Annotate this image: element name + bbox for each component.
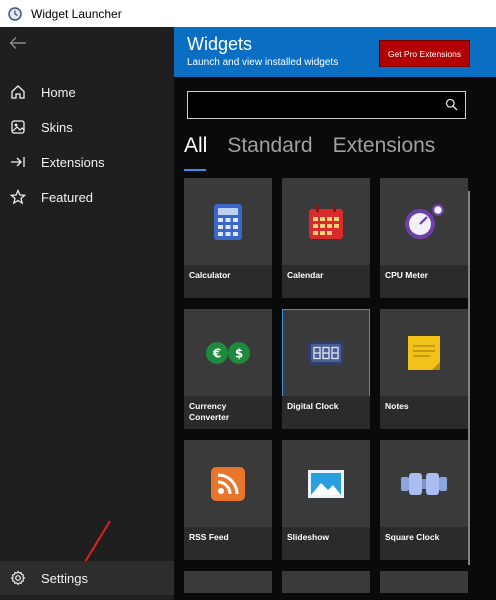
- svg-text:€: €: [212, 346, 221, 360]
- svg-text:$: $: [235, 346, 243, 360]
- extensions-icon: [9, 154, 26, 171]
- title-bar: Widget Launcher: [0, 0, 496, 27]
- widget-tile-currency-converter[interactable]: € $ Currency Converter: [184, 309, 272, 429]
- star-icon: [9, 189, 26, 206]
- main-panel: Widgets Launch and view installed widget…: [174, 27, 496, 600]
- skins-icon: [9, 119, 26, 136]
- widget-label: Slideshow: [287, 532, 330, 542]
- widget-tile-cpu-meter[interactable]: CPU Meter: [380, 178, 468, 298]
- widget-label: Calendar: [287, 270, 324, 280]
- calendar-icon: [309, 204, 343, 239]
- widget-tile-partial[interactable]: [380, 571, 468, 593]
- square-clock-icon: [401, 472, 447, 495]
- header-banner: Widgets Launch and view installed widget…: [174, 27, 496, 77]
- sidebar-item-label: Home: [41, 84, 76, 100]
- sidebar-item-label: Skins: [41, 119, 73, 135]
- search-input[interactable]: [187, 91, 466, 119]
- sidebar-item-label: Featured: [41, 189, 94, 205]
- widget-tile-notes[interactable]: Notes: [380, 309, 468, 429]
- sidebar-item-label: Extensions: [41, 154, 105, 170]
- gear-icon: [9, 570, 26, 587]
- widget-tile-partial[interactable]: [282, 571, 370, 593]
- widget-tile-slideshow[interactable]: Slideshow: [282, 440, 370, 560]
- search-icon[interactable]: [445, 98, 458, 111]
- digital-clock-icon: [308, 340, 344, 365]
- back-arrow-icon: [9, 37, 26, 49]
- notes-icon: [408, 335, 440, 370]
- widget-label: CPU Meter: [385, 270, 428, 280]
- scrollbar[interactable]: [468, 191, 470, 565]
- widget-tile-square-clock[interactable]: Square Clock: [380, 440, 468, 560]
- widget-tile-calendar[interactable]: Calendar: [282, 178, 370, 298]
- currency-icon: € $: [206, 341, 250, 364]
- slideshow-icon: [308, 469, 344, 498]
- widget-label: Calculator: [189, 270, 231, 280]
- sidebar-item-settings[interactable]: Settings: [0, 561, 174, 595]
- widget-tile-partial[interactable]: [184, 571, 272, 593]
- page-subtitle: Launch and view installed widgets: [187, 57, 339, 68]
- get-pro-extensions-button[interactable]: Get Pro Extensions: [379, 40, 470, 67]
- home-icon: [9, 84, 26, 101]
- tab-all[interactable]: All: [184, 134, 207, 171]
- page-title: Widgets: [187, 34, 253, 54]
- rss-icon: [211, 466, 245, 501]
- sidebar-item-home[interactable]: Home: [0, 75, 174, 109]
- sidebar-item-featured[interactable]: Featured: [0, 180, 174, 214]
- tab-extensions[interactable]: Extensions: [333, 134, 436, 166]
- sidebar-item-skins[interactable]: Skins: [0, 110, 174, 144]
- widget-label: RSS Feed: [189, 532, 229, 542]
- calculator-icon: [214, 203, 242, 240]
- window-title: Widget Launcher: [31, 6, 122, 21]
- widget-tile-calculator[interactable]: Calculator: [184, 178, 272, 298]
- widget-tile-digital-clock[interactable]: Digital Clock: [282, 309, 370, 429]
- sidebar-item-extensions[interactable]: Extensions: [0, 145, 174, 179]
- app-logo-icon: [8, 6, 22, 21]
- tab-standard[interactable]: Standard: [227, 134, 312, 166]
- cpu-meter-icon: [405, 203, 444, 239]
- widget-label: Notes: [385, 401, 409, 411]
- sidebar: Home Skins Extensions Featured Settings: [0, 27, 174, 600]
- widget-label: Square Clock: [385, 532, 440, 542]
- sidebar-item-label: Settings: [41, 570, 88, 586]
- widget-label: Currency Converter: [189, 401, 230, 422]
- widget-tile-rss-feed[interactable]: RSS Feed: [184, 440, 272, 560]
- widget-label: Digital Clock: [287, 401, 339, 411]
- back-button[interactable]: [6, 33, 30, 53]
- tab-bar: All Standard Extensions: [184, 134, 436, 171]
